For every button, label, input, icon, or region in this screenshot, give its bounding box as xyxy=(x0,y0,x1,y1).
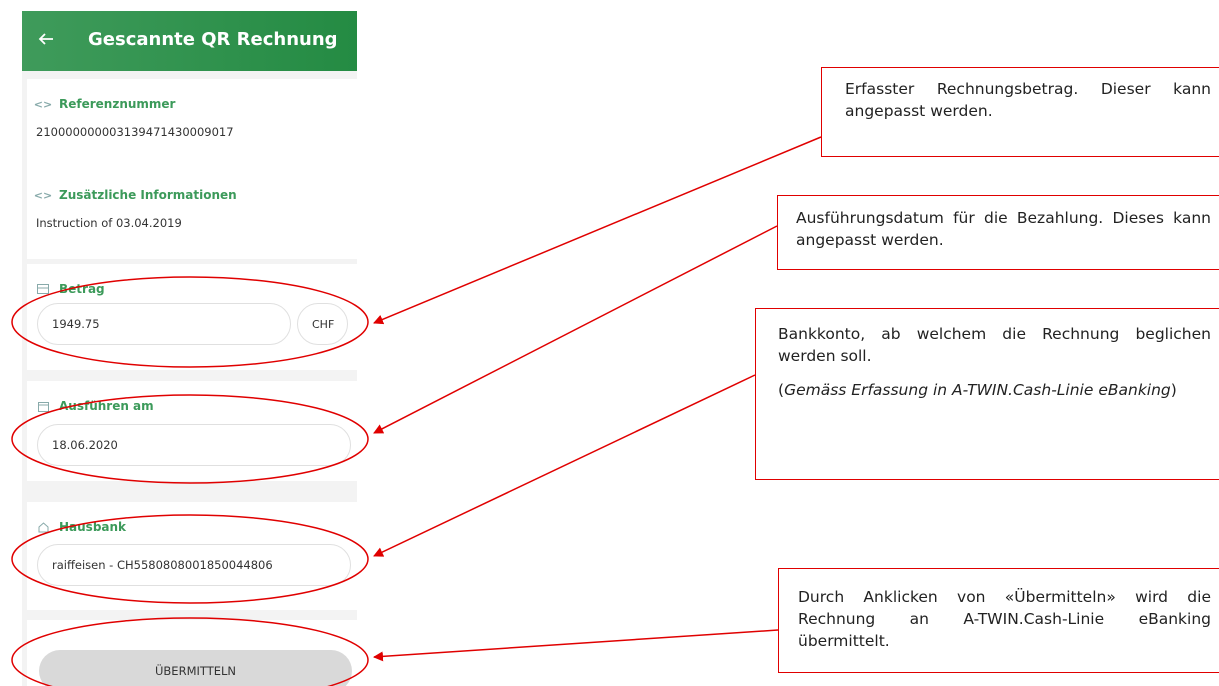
arrow-submit xyxy=(373,629,779,662)
arrow-amount xyxy=(373,136,822,325)
annotation-overlay xyxy=(11,136,822,686)
highlight-date xyxy=(11,394,369,484)
highlight-amount xyxy=(11,276,369,368)
arrow-account xyxy=(373,374,756,557)
highlight-account xyxy=(11,514,369,604)
highlight-submit xyxy=(11,617,369,686)
arrow-date xyxy=(373,225,778,434)
